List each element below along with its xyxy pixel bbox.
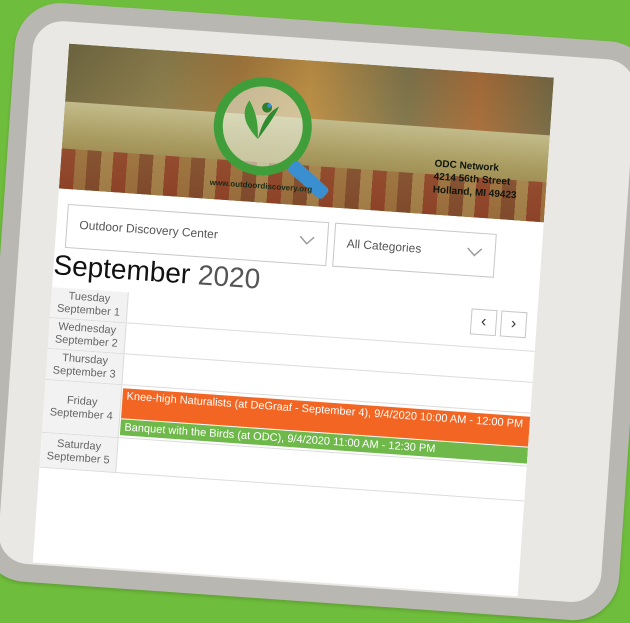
category-select[interactable]: All Categories: [332, 222, 497, 278]
month-year: 2020: [196, 259, 262, 295]
tablet-screen: www.outdoordiscovery.org ODC Network 421…: [32, 43, 554, 597]
chevron-down-icon: [299, 235, 315, 245]
day-label: Wednesday September 2: [47, 317, 127, 354]
category-select-value: All Categories: [346, 236, 422, 256]
chevron-down-icon: [467, 247, 483, 257]
day-label: Saturday September 5: [39, 432, 119, 473]
day-label: Tuesday September 1: [49, 287, 129, 323]
address-block: ODC Network 4214 56th Street Holland, MI…: [432, 157, 518, 202]
leaf-logo-icon: [244, 100, 280, 140]
day-label: Friday September 4: [41, 379, 123, 438]
day-label: Thursday September 3: [45, 348, 125, 385]
tablet-frame: www.outdoordiscovery.org ODC Network 421…: [0, 0, 630, 623]
calendar-list: Tuesday September 1 Wednesday September …: [39, 287, 537, 502]
location-select-value: Outdoor Discovery Center: [78, 217, 219, 242]
